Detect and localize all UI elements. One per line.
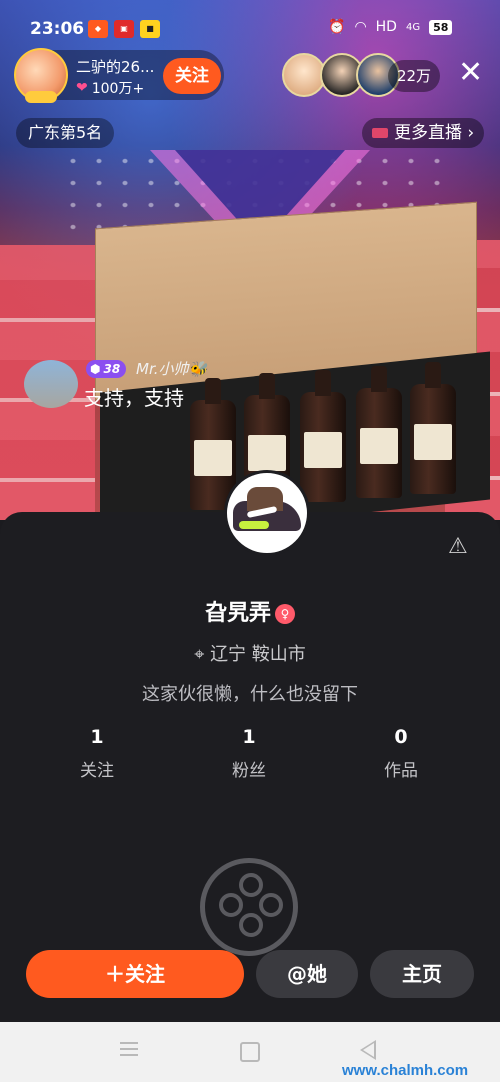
live-icon <box>372 128 388 138</box>
follow-host-button[interactable]: 关注 <box>163 58 221 94</box>
follow-button[interactable]: ＋关注 <box>26 950 244 998</box>
level-icon: ⬢ <box>90 362 101 376</box>
more-live-label: 更多直播 › <box>394 123 475 143</box>
stat-value: 0 <box>394 726 408 748</box>
more-live-button[interactable]: 更多直播 › <box>362 118 485 148</box>
profile-name: 旮旯弄 <box>204 601 271 626</box>
level-number: 38 <box>103 362 121 376</box>
network-label: HD <box>375 19 397 35</box>
host-name: 二驴的26... <box>76 58 155 76</box>
stat-label: 作品 <box>384 761 418 781</box>
gender-badge-icon: ♀ <box>275 604 295 624</box>
host-likes: ❤ 100万+ <box>76 78 144 98</box>
wine-bottle <box>410 362 456 494</box>
stat-followers[interactable]: 1 粉丝 <box>189 726 309 781</box>
location-pin-icon: ⌖ <box>194 644 205 665</box>
wine-bottle <box>300 370 346 502</box>
profile-name-row: 旮旯弄 ♀ <box>0 595 500 627</box>
heart-icon: ❤ <box>76 80 88 96</box>
alarm-icon: ⏰ <box>328 19 346 35</box>
home-icon[interactable] <box>240 1042 260 1062</box>
wine-bottle <box>356 366 402 498</box>
host-avatar[interactable] <box>14 48 68 103</box>
stat-value: 1 <box>242 726 256 748</box>
profile-location-row: ⌖ 辽宁 鞍山市 <box>0 640 500 666</box>
app-notification-icon: ▣ <box>114 20 134 38</box>
stat-following[interactable]: 1 关注 <box>37 726 157 781</box>
rank-badge[interactable]: 广东第5名 <box>16 118 115 148</box>
chat-message: 支持，支持 <box>84 386 184 410</box>
menu-icon[interactable] <box>120 1042 138 1056</box>
back-icon[interactable] <box>360 1040 376 1060</box>
status-time: 23:06 <box>30 19 85 39</box>
status-bar: 23:06 ◆ ▣ ■ ⏰ ◠ HD 4G 58 <box>0 16 500 44</box>
stat-value: 1 <box>90 726 104 748</box>
profile-bio: 这家伙很懒，什么也没留下 <box>142 684 358 705</box>
homepage-button[interactable]: 主页 <box>370 950 474 998</box>
watermark: www.chalmh.com <box>342 1062 469 1079</box>
signal-label: 4G <box>405 21 421 33</box>
app-notification-icon: ◆ <box>88 20 108 38</box>
stat-label: 关注 <box>80 761 114 781</box>
host-likes-count: 100万+ <box>91 81 145 97</box>
level-badge: ⬢ 38 <box>86 360 127 378</box>
app-notification-icon: ■ <box>140 20 160 38</box>
profile-avatar[interactable] <box>224 470 310 556</box>
wifi-icon: ◠ <box>354 19 367 35</box>
mention-button[interactable]: @她 <box>256 950 358 998</box>
profile-location: 辽宁 鞍山市 <box>210 644 306 665</box>
stat-works[interactable]: 0 作品 <box>341 726 461 781</box>
viewer-count[interactable]: 22万 <box>388 60 440 92</box>
chat-username[interactable]: Mr.小帅🐝 <box>136 358 207 379</box>
chat-user-avatar[interactable] <box>24 360 78 408</box>
sneaker-image <box>233 487 301 531</box>
battery-icon: 58 <box>429 19 453 35</box>
stat-label: 粉丝 <box>232 761 266 781</box>
close-icon[interactable]: ✕ <box>458 58 483 88</box>
report-icon[interactable]: ⚠ <box>448 534 468 559</box>
status-right: ⏰ ◠ HD 4G 58 <box>328 19 453 35</box>
film-reel-icon <box>200 858 298 956</box>
notification-icons: ◆ ▣ ■ <box>88 20 160 38</box>
